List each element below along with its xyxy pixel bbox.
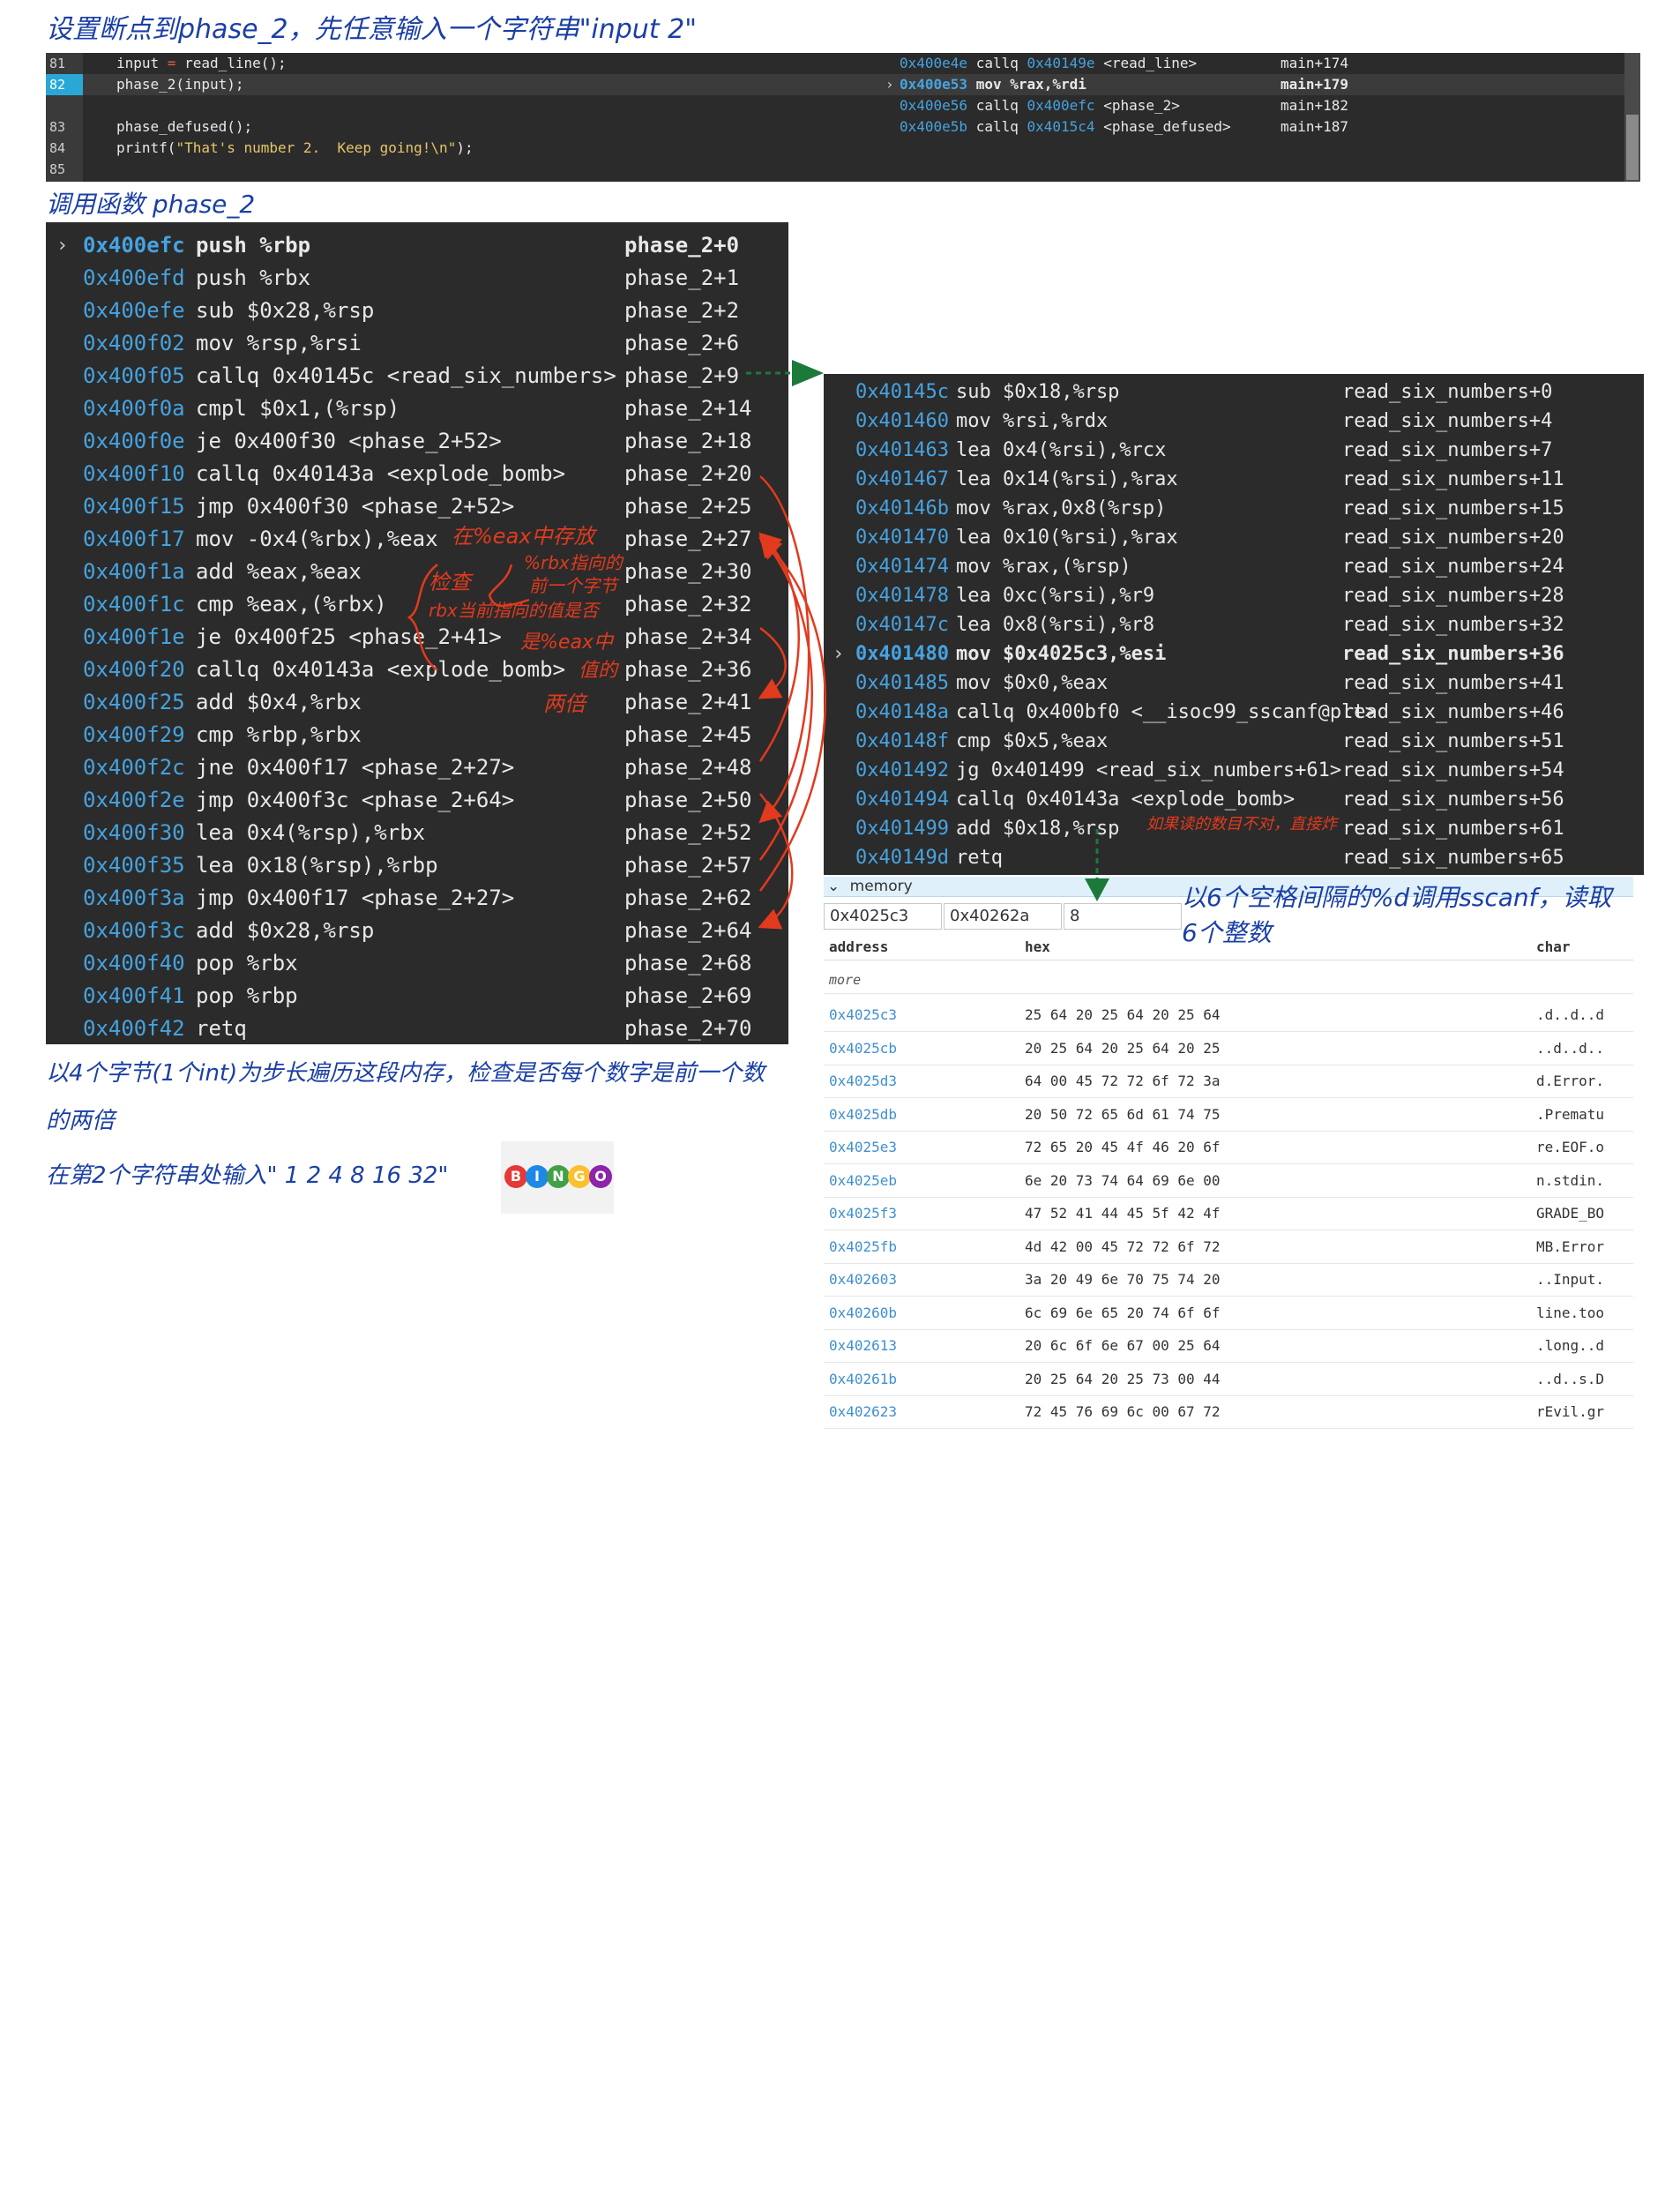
red-note-rbx4: 是%eax中: [520, 632, 613, 654]
red-note-rbx3: rbx当前指向的值是否: [429, 600, 599, 621]
red-note-rbx6: 两倍: [543, 691, 586, 716]
bingo-ball-o: O: [589, 1165, 612, 1188]
annotation-arrows: [407, 360, 1109, 930]
red-note-rbx5: 值的: [579, 660, 618, 682]
answer-note: 在第2个字符串处输入" 1 2 4 8 16 32": [46, 1162, 449, 1189]
red-note-check: 检查: [429, 570, 471, 594]
explain-note-line2: 的两倍: [46, 1108, 116, 1134]
red-note-rbx1: %rbx指向的: [524, 552, 623, 573]
bingo-ball-g: G: [568, 1165, 591, 1188]
green-arrow-to-memory: [1085, 829, 1109, 901]
bingo-ball-i: I: [526, 1165, 549, 1188]
red-note-eax: 在%eax中存放: [452, 524, 595, 549]
bingo-ball-n: N: [547, 1165, 570, 1188]
sscanf-note-line1: 以6个空格间隔的%d调用sscanf，读取: [1182, 883, 1612, 912]
explain-note-line1: 以4个字节(1个int)为步长遍历这段内存，检查是否每个数字是前一个数: [46, 1060, 765, 1087]
bingo-sticker: B I N G O: [501, 1141, 614, 1214]
bingo-ball-b: B: [504, 1165, 527, 1188]
red-note-sscanf: 如果读的数目不对，直接炸: [1146, 815, 1337, 833]
green-arrow-to-read-six: [746, 360, 824, 386]
sscanf-note-line2: 6个整数: [1182, 918, 1272, 947]
red-note-rbx2: 前一个字节: [529, 575, 617, 596]
